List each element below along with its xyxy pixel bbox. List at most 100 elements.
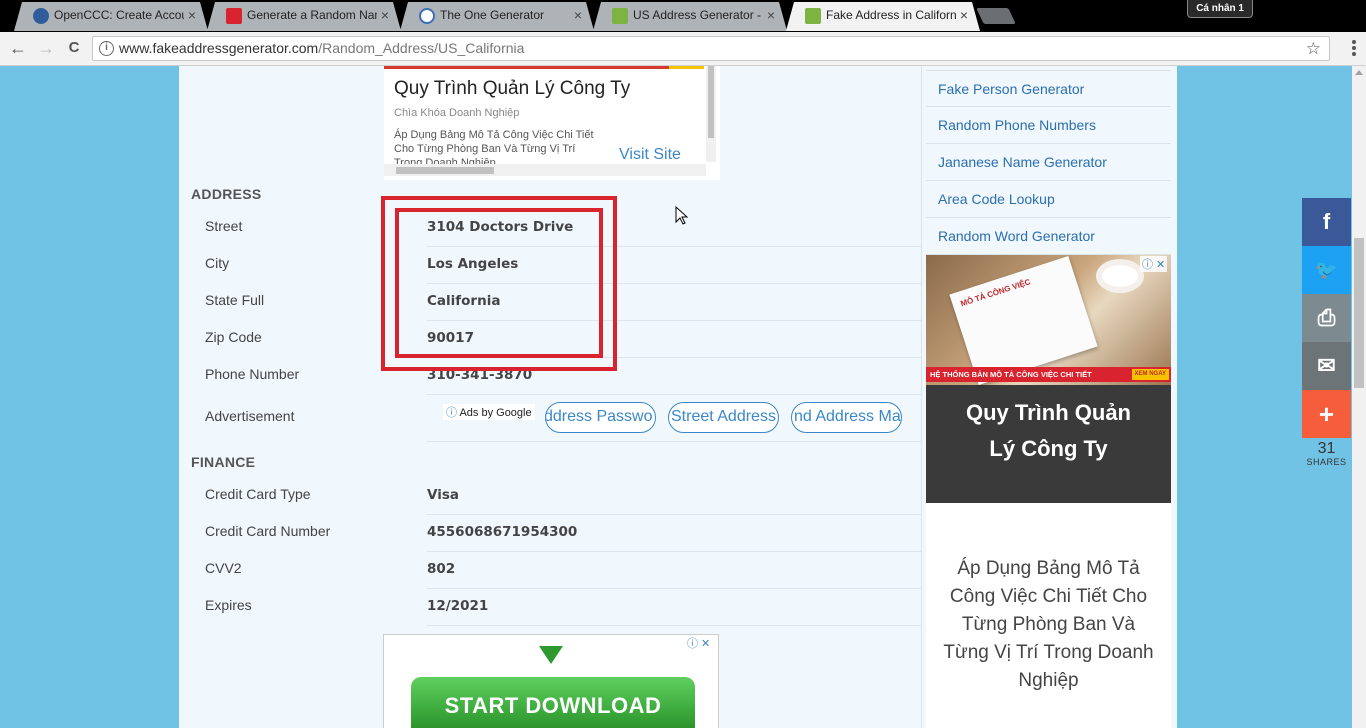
browser-tab-bar: OpenCCC: Create Accou × Generate a Rando…: [0, 0, 1366, 32]
sidebar: Fake Person Generator Random Phone Numbe…: [921, 66, 1177, 728]
more-share-button[interactable]: +: [1302, 390, 1351, 438]
row-divider: [427, 625, 921, 626]
ad-title[interactable]: Quy Trình Quản Lý Công Ty: [394, 78, 630, 100]
tab-us-address-generator[interactable]: US Address Generator - F ×: [593, 2, 787, 31]
sidebar-link-area-code[interactable]: Area Code Lookup: [926, 181, 1171, 218]
field-label: Street: [205, 218, 243, 234]
tab-random-name[interactable]: Generate a Random Nam ×: [207, 2, 401, 31]
close-icon[interactable]: ×: [960, 2, 968, 29]
close-icon[interactable]: ×: [767, 2, 775, 29]
reload-button[interactable]: C: [63, 37, 85, 59]
print-icon: ⎙: [1317, 305, 1336, 330]
url-domain: www.fakeaddressgenerator.com: [119, 40, 319, 56]
tab-title: The One Generator: [440, 8, 545, 22]
field-value: 4556068671954300: [427, 524, 578, 540]
ads-by-label: Ads by Google: [459, 407, 532, 419]
ad-scroll-thumb[interactable]: [396, 167, 494, 174]
back-button[interactable]: ←: [7, 37, 29, 59]
ad-accent-bar: [384, 66, 704, 69]
ad-accent-bar: [669, 66, 704, 69]
ad-subtitle: Chìa Khóa Doanh Nghiệp: [394, 107, 520, 119]
mouse-cursor-icon: [675, 206, 689, 225]
finance-section-title: FINANCE: [191, 454, 256, 470]
ad-scroll-thumb[interactable]: [708, 66, 714, 138]
field-value: 802: [427, 561, 456, 577]
facebook-share-button[interactable]: f: [1302, 198, 1351, 246]
print-button[interactable]: ⎙: [1302, 294, 1351, 342]
sidebar-ad-text[interactable]: Áp Dụng Bảng Mô Tả Công Việc Chi Tiết Ch…: [926, 503, 1171, 728]
field-label: City: [205, 255, 230, 271]
coffee-cup-image: [1096, 259, 1144, 293]
profile-button[interactable]: Cá nhân 1: [1187, 0, 1253, 18]
address-bar[interactable]: i www.fakeaddressgenerator.com/Random_Ad…: [92, 36, 1330, 61]
ad-choices-icon[interactable]: ⓘ ✕: [1140, 256, 1168, 272]
scroll-up-arrow-icon[interactable]: [1355, 70, 1363, 75]
field-label: Advertisement: [205, 408, 295, 424]
field-label: Credit Card Type: [205, 486, 311, 502]
sidebar-link-random-word[interactable]: Random Word Generator: [926, 218, 1171, 255]
sidebar-link-fake-person[interactable]: Fake Person Generator: [926, 70, 1171, 107]
site-icon: [419, 8, 435, 24]
sidebar-link-japanese-name[interactable]: Jananese Name Generator: [926, 144, 1171, 181]
view-now-button[interactable]: XEM NGAY: [1131, 369, 1169, 380]
share-label: SHARES: [1306, 457, 1347, 467]
ad-strip: HỆ THỐNG BẢN MÔ TẢ CÔNG VIỆC CHI TIẾT XEM…: [926, 367, 1171, 382]
close-icon[interactable]: ×: [574, 2, 582, 29]
ad-body: Áp Dụng Bảng Mô Tả Công Việc Chi Tiết Ch…: [943, 558, 1154, 691]
email-icon: ✉: [1317, 353, 1336, 378]
new-tab-button[interactable]: [976, 8, 1016, 24]
close-icon[interactable]: ×: [381, 2, 389, 29]
info-icon[interactable]: i: [99, 41, 114, 56]
bottom-ad[interactable]: ⓘ ✕ START DOWNLOAD: [383, 634, 719, 728]
share-bar: f 🐦 ⎙ ✉ + 31 SHARES: [1302, 198, 1351, 467]
menu-icon[interactable]: [1352, 40, 1356, 58]
field-value: Visa: [427, 487, 459, 503]
tab-one-generator[interactable]: The One Generator ×: [400, 2, 594, 31]
tab-openccc[interactable]: OpenCCC: Create Accou ×: [14, 2, 208, 31]
share-count: 31: [1317, 440, 1336, 457]
map-pin-icon: [612, 8, 628, 24]
page-container: Quy Trình Quản Lý Công Ty Chìa Khóa Doan…: [179, 66, 1177, 728]
facebook-icon: f: [1322, 209, 1331, 234]
down-arrow-icon: [539, 646, 563, 664]
email-share-button[interactable]: ✉: [1302, 342, 1351, 390]
bookmark-star-icon[interactable]: ☆: [1306, 37, 1321, 60]
field-label: Zip Code: [205, 329, 262, 345]
twitter-icon: 🐦: [1315, 260, 1338, 280]
page-scrollbar[interactable]: [1352, 66, 1366, 728]
sidebar-link-phone-numbers[interactable]: Random Phone Numbers: [926, 107, 1171, 144]
field-label: CVV2: [205, 560, 242, 576]
close-icon[interactable]: ×: [188, 2, 196, 29]
sidebar-ad[interactable]: MÔ TẢ CÔNG VIỆC HỆ THỐNG BẢN MÔ TẢ CÔNG …: [926, 255, 1171, 503]
plus-icon: +: [1318, 399, 1335, 429]
twitter-share-button[interactable]: 🐦: [1302, 246, 1351, 294]
row-divider: [427, 394, 921, 395]
finance-row-card-number: Credit Card Number 4556068671954300: [179, 515, 921, 552]
ads-by-google[interactable]: ⓘ Ads by Google: [443, 404, 535, 420]
url-path: /Random_Address/US_California: [318, 40, 525, 56]
ad-heading[interactable]: Quy Trình Quản Lý Công Ty: [926, 395, 1171, 467]
finance-row-expires: Expires 12/2021: [179, 589, 921, 626]
ad-choices-icon[interactable]: ⓘ ✕: [687, 635, 710, 651]
ad-link-pill[interactable]: Street Address: [668, 402, 779, 433]
ad-link-pill[interactable]: ddress Passwo: [545, 402, 656, 433]
site-icon: [33, 8, 49, 24]
forward-button[interactable]: →: [35, 37, 57, 59]
tab-fake-address-california[interactable]: Fake Address in Californi ×: [786, 2, 980, 31]
field-label: Credit Card Number: [205, 523, 331, 539]
visit-site-link[interactable]: Visit Site: [619, 146, 681, 164]
tab-title: Generate a Random Nam: [247, 8, 377, 22]
site-icon: [226, 8, 242, 24]
field-label: State Full: [205, 292, 265, 308]
map-pin-icon: [805, 8, 821, 24]
ad-link-pill[interactable]: nd Address Ma: [791, 402, 902, 433]
top-ad[interactable]: Quy Trình Quản Lý Công Ty Chìa Khóa Doan…: [384, 66, 720, 180]
page-viewport: Quy Trình Quản Lý Công Ty Chìa Khóa Doan…: [0, 66, 1352, 728]
tab-title: OpenCCC: Create Accou: [54, 8, 184, 22]
field-value: 12/2021: [427, 598, 489, 614]
scroll-thumb[interactable]: [1354, 238, 1364, 388]
field-label: Phone Number: [205, 366, 300, 382]
field-label: Expires: [205, 597, 252, 613]
start-download-button[interactable]: START DOWNLOAD: [411, 677, 695, 728]
highlight-box-inner: [395, 208, 603, 358]
